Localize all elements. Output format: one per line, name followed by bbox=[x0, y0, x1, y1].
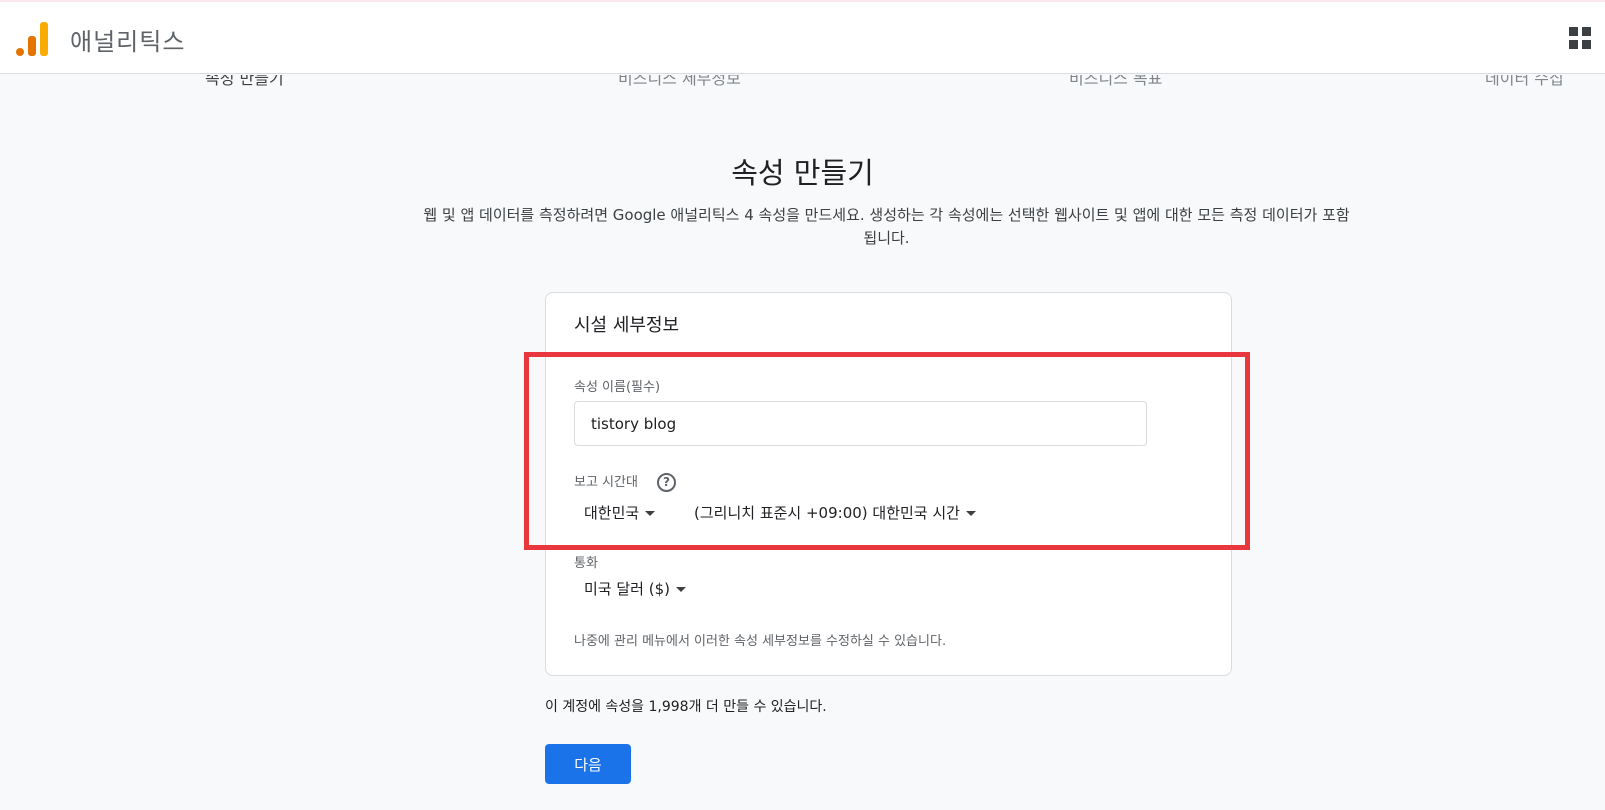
property-quota-text: 이 계정에 속성을 1,998개 더 만들 수 있습니다. bbox=[545, 699, 827, 715]
next-button[interactable]: 다음 bbox=[545, 744, 631, 784]
page-description: 웹 및 앱 데이터를 측정하려면 Google 애널리틱스 4 속성을 만드세요… bbox=[423, 206, 1350, 247]
step-create-property: 속성 만들기 bbox=[205, 75, 284, 88]
currency-label: 통화 bbox=[574, 556, 598, 571]
highlight-box bbox=[524, 352, 1250, 550]
currency-select[interactable]: 미국 달러 ($) bbox=[584, 578, 686, 599]
apps-grid-icon[interactable] bbox=[1569, 27, 1591, 49]
caret-down-icon bbox=[675, 587, 686, 592]
stepper: 속성 만들기 비즈니스 세부정보 비즈니스 목표 데이터 수집 bbox=[0, 75, 1605, 91]
analytics-bars-icon[interactable] bbox=[14, 20, 48, 56]
edit-later-note: 나중에 관리 메뉴에서 이러한 속성 세부정보를 수정하실 수 있습니다. bbox=[574, 634, 947, 649]
currency-value: 미국 달러 ($) bbox=[584, 580, 670, 598]
step-business-goals: 비즈니스 목표 bbox=[1069, 75, 1163, 88]
app-header: 애널리틱스 bbox=[0, 2, 1605, 74]
step-data-collection: 데이터 수집 bbox=[1485, 75, 1564, 88]
page-title: 속성 만들기 bbox=[731, 156, 874, 190]
card-title: 시설 세부정보 bbox=[574, 315, 680, 336]
step-business-details: 비즈니스 세부정보 bbox=[618, 75, 741, 88]
app-title[interactable]: 애널리틱스 bbox=[70, 22, 185, 57]
